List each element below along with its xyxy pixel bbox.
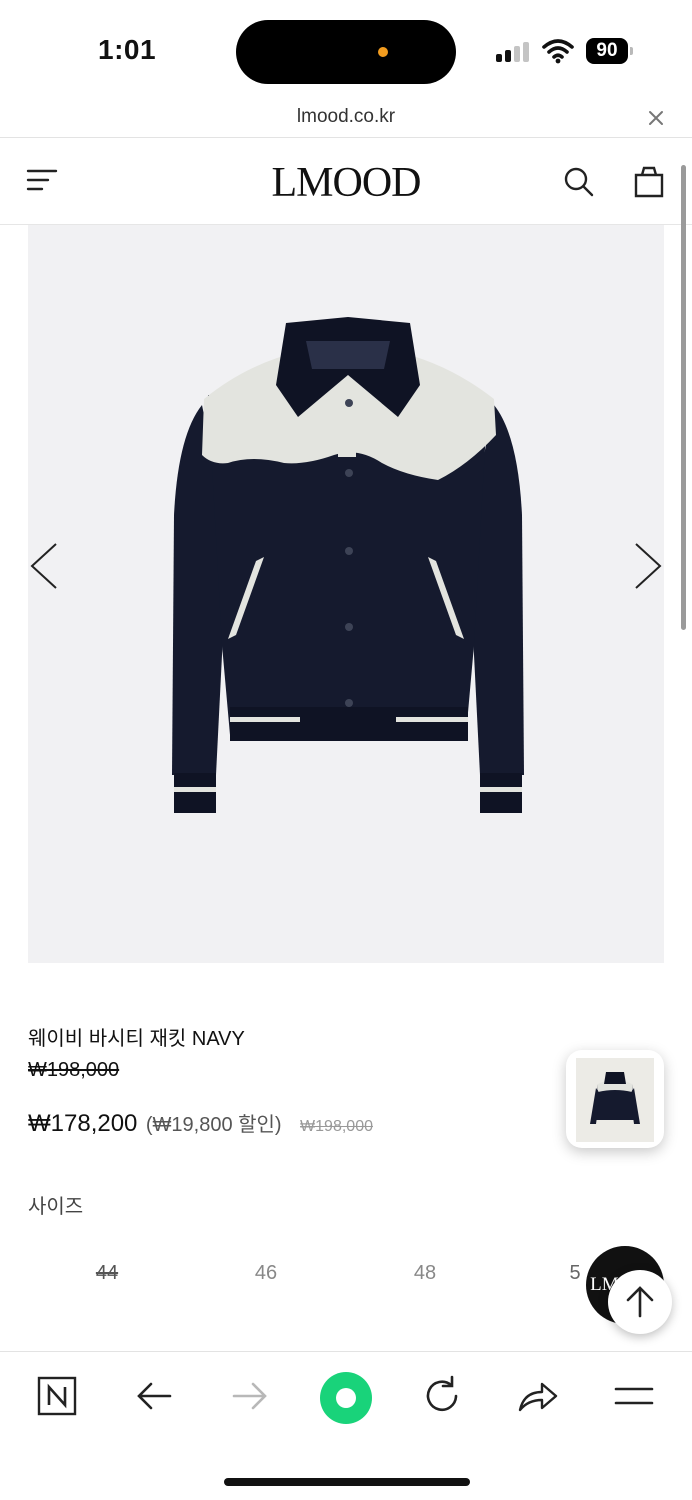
- close-icon[interactable]: [646, 108, 666, 128]
- status-time: 1:01: [98, 34, 157, 65]
- battery-icon: 90: [586, 38, 634, 64]
- compare-price: ₩198,000: [300, 1118, 373, 1135]
- back-arrow-icon[interactable]: [130, 1372, 178, 1420]
- dynamic-island: [236, 20, 456, 84]
- url-text[interactable]: lmood.co.kr: [0, 106, 692, 128]
- browser-toolbar: [0, 1351, 692, 1500]
- page-scrollbar[interactable]: [681, 165, 686, 630]
- discount-amount: (₩19,800 할인): [145, 1114, 282, 1136]
- forward-arrow-icon[interactable]: [226, 1372, 274, 1420]
- shopping-bag-icon[interactable]: [632, 165, 666, 199]
- carousel-prev-icon[interactable]: [26, 540, 60, 592]
- status-bar: 1:01 90: [0, 0, 692, 100]
- reload-icon[interactable]: [418, 1372, 466, 1420]
- hamburger-icon[interactable]: [610, 1372, 658, 1420]
- original-price: ₩198,000: [28, 1059, 120, 1081]
- floating-product-thumbnail[interactable]: [566, 1050, 664, 1148]
- wifi-icon: [542, 39, 574, 64]
- site-header: LMOOD: [0, 139, 692, 225]
- share-icon[interactable]: [514, 1372, 562, 1420]
- thumbnail-jacket-image: [590, 1072, 640, 1124]
- browser-url-bar[interactable]: lmood.co.kr: [0, 100, 692, 138]
- home-indicator: [224, 1478, 470, 1486]
- jacket-image: [172, 317, 524, 813]
- product-name: 웨이비 바시티 재킷 NAVY: [28, 1028, 245, 1050]
- privacy-indicator-dot: [378, 47, 388, 57]
- arrow-up-icon: [626, 1286, 654, 1318]
- search-icon[interactable]: [562, 165, 596, 199]
- size-option-48[interactable]: 48: [390, 1262, 460, 1285]
- battery-level: 90: [586, 38, 628, 64]
- price-row: ₩178,200 (₩19,800 할인) ₩198,000: [28, 1108, 373, 1138]
- size-option-46[interactable]: 46: [231, 1262, 301, 1285]
- scroll-top-button[interactable]: [608, 1270, 672, 1334]
- carousel-next-icon[interactable]: [632, 540, 666, 592]
- sale-price: ₩178,200: [28, 1110, 138, 1137]
- cellular-signal-icon: [496, 40, 532, 62]
- green-dot-icon[interactable]: [318, 1370, 374, 1426]
- size-label: 사이즈: [28, 1196, 84, 1218]
- naver-icon[interactable]: [33, 1372, 81, 1420]
- size-option-44[interactable]: 44: [72, 1262, 142, 1285]
- product-image-carousel[interactable]: [28, 225, 664, 963]
